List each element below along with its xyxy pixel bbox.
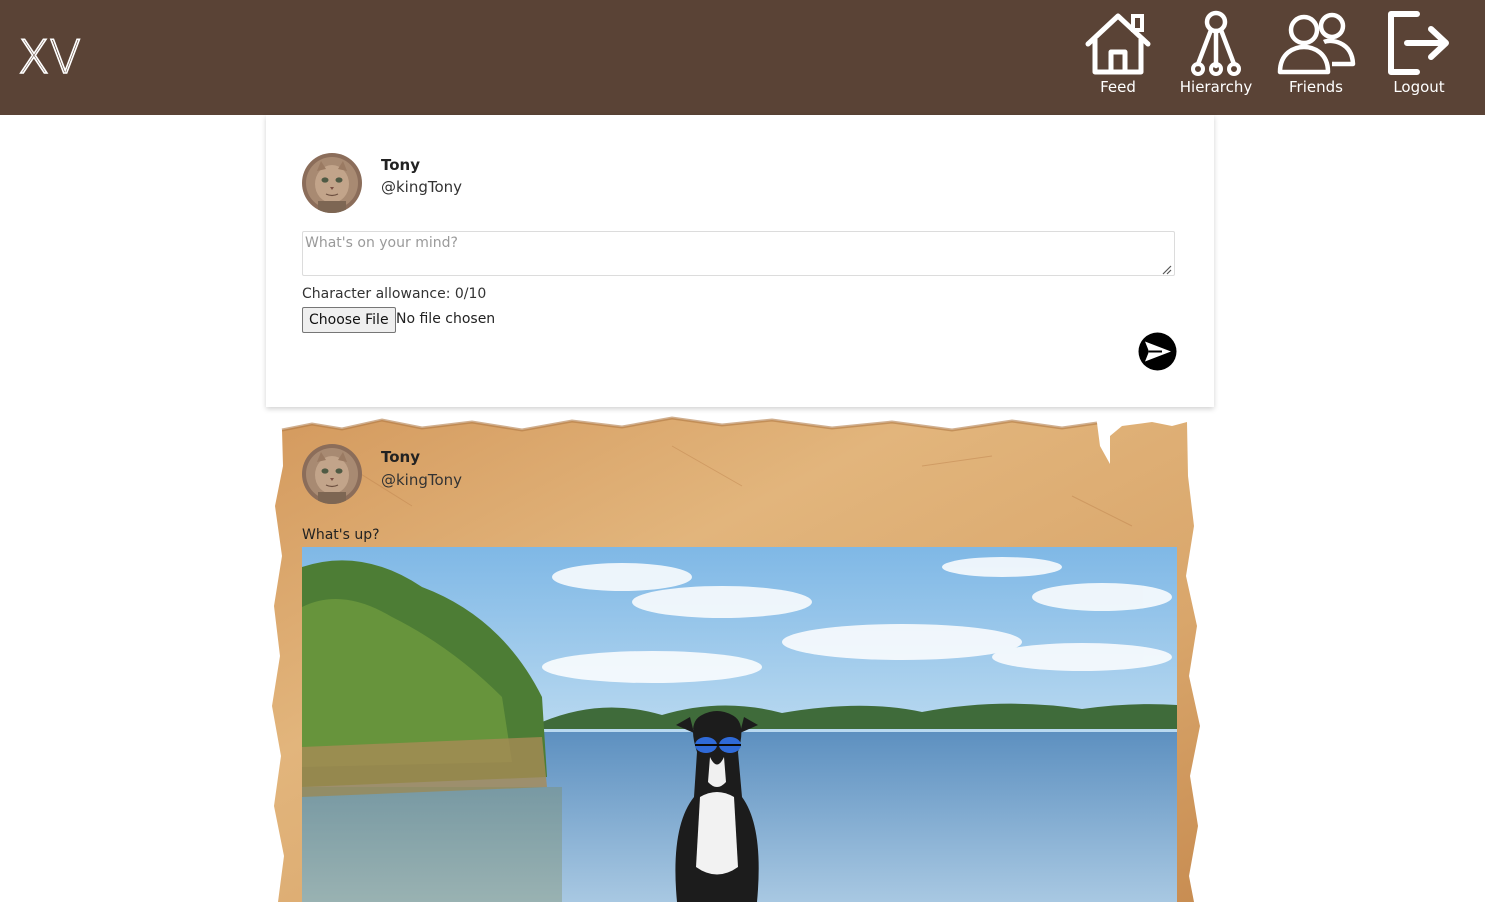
post-avatar-image xyxy=(302,444,362,504)
post-user-handle: @kingTony xyxy=(381,471,463,489)
feed-post: Tony @kingTony What's up? xyxy=(272,416,1202,902)
post-image[interactable] xyxy=(302,547,1177,902)
post-photo xyxy=(302,547,1177,902)
logout-icon xyxy=(1388,11,1449,75)
nav-friends-label: Friends xyxy=(1289,78,1343,96)
post-avatar[interactable] xyxy=(302,444,362,504)
avatar[interactable] xyxy=(302,153,362,213)
post-user-name[interactable]: Tony xyxy=(381,448,420,466)
character-allowance: Character allowance: 0/10 xyxy=(302,286,487,302)
home-icon xyxy=(1085,13,1151,75)
user-name[interactable]: Tony xyxy=(381,156,420,174)
post-text: What's up? xyxy=(302,527,380,543)
svg-text:XV: XV xyxy=(18,34,81,78)
friends-icon xyxy=(1277,12,1356,75)
file-status: No file chosen xyxy=(396,311,496,327)
post-composer: Tony @kingTony Character allowance: 0/10… xyxy=(266,115,1214,407)
avatar-image xyxy=(302,153,362,213)
nav-logout[interactable]: Logout xyxy=(1382,8,1456,108)
hierarchy-icon xyxy=(1191,10,1241,76)
user-handle: @kingTony xyxy=(381,178,463,196)
nav-friends[interactable]: Friends xyxy=(1276,8,1356,108)
send-button[interactable] xyxy=(1138,332,1177,371)
app-logo[interactable]: XV xyxy=(18,34,98,78)
choose-file-button[interactable]: Choose File xyxy=(302,307,396,333)
top-navbar: XV Feed Hierarchy Friends Logout xyxy=(0,0,1485,115)
nav-hierarchy[interactable]: Hierarchy xyxy=(1180,8,1252,108)
nav-hierarchy-label: Hierarchy xyxy=(1179,78,1253,96)
resize-grip-icon[interactable] xyxy=(1162,265,1172,275)
post-text-input[interactable] xyxy=(302,231,1175,276)
nav-feed-label: Feed xyxy=(1100,78,1136,96)
nav-logout-label: Logout xyxy=(1393,78,1445,96)
nav-feed[interactable]: Feed xyxy=(1082,8,1154,108)
